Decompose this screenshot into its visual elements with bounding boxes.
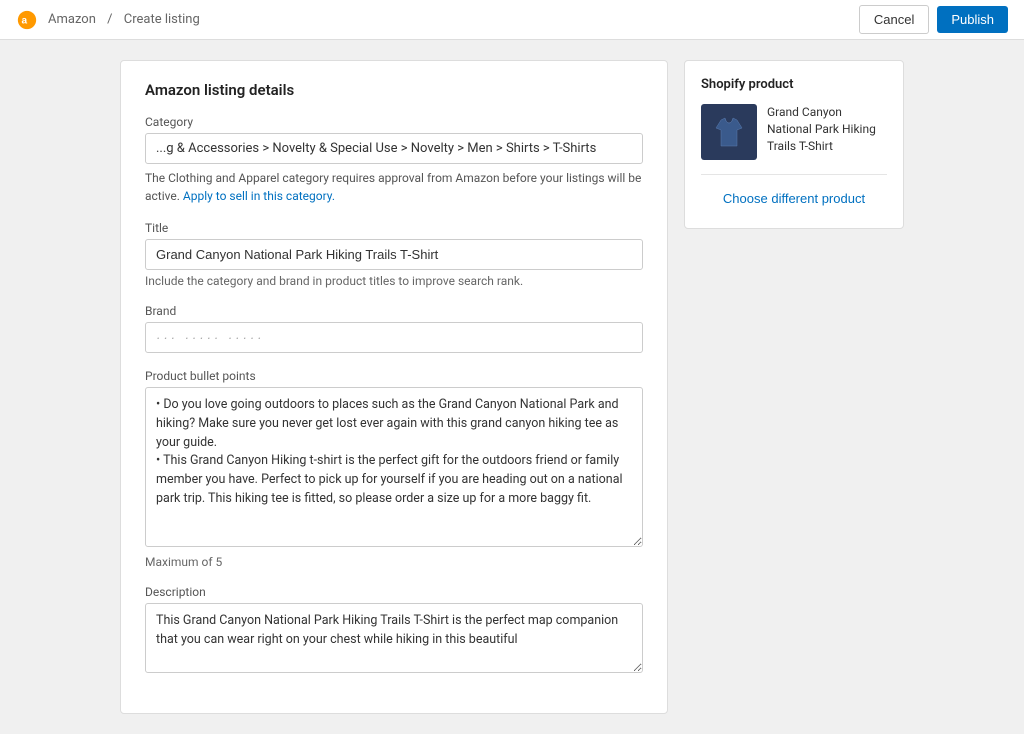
- main-content: Amazon listing details Category ...g & A…: [0, 40, 1024, 734]
- svg-text:a: a: [22, 15, 28, 26]
- header-left: a Amazon / Create listing: [16, 9, 204, 31]
- breadcrumb-amazon: Amazon: [48, 12, 96, 27]
- cancel-button[interactable]: Cancel: [859, 5, 929, 34]
- title-input[interactable]: [145, 239, 643, 270]
- bullet-max-note: Maximum of 5: [145, 555, 643, 569]
- publish-button[interactable]: Publish: [937, 6, 1008, 33]
- panel-divider: [701, 174, 887, 175]
- category-apply-link[interactable]: Apply to sell in this category.: [183, 189, 335, 203]
- category-value: ...g & Accessories > Novelty & Special U…: [145, 133, 643, 164]
- title-label: Title: [145, 221, 643, 235]
- product-panel: Shopify product Grand Canyon National Pa…: [684, 60, 904, 229]
- product-panel-title: Shopify product: [701, 77, 887, 92]
- bullet-points-label: Product bullet points: [145, 369, 643, 383]
- brand-input[interactable]: [145, 322, 643, 353]
- amazon-logo: a: [16, 9, 38, 31]
- title-group: Title Include the category and brand in …: [145, 221, 643, 288]
- product-info: Grand Canyon National Park Hiking Trails…: [701, 104, 887, 160]
- description-textarea[interactable]: This Grand Canyon National Park Hiking T…: [145, 603, 643, 673]
- bullet-points-textarea[interactable]: • Do you love going outdoors to places s…: [145, 387, 643, 547]
- category-group: Category ...g & Accessories > Novelty & …: [145, 115, 643, 205]
- brand-group: Brand: [145, 304, 643, 353]
- breadcrumb-page: Create listing: [124, 12, 200, 27]
- header: a Amazon / Create listing Cancel Publish: [0, 0, 1024, 40]
- bullet-points-group: Product bullet points • Do you love goin…: [145, 369, 643, 569]
- product-name: Grand Canyon National Park Hiking Trails…: [767, 104, 887, 154]
- choose-product-button[interactable]: Choose different product: [701, 185, 887, 212]
- listing-panel-title: Amazon listing details: [145, 81, 643, 99]
- breadcrumb: Amazon / Create listing: [44, 12, 204, 27]
- category-label: Category: [145, 115, 643, 129]
- product-thumbnail: [701, 104, 757, 160]
- description-group: Description This Grand Canyon National P…: [145, 585, 643, 677]
- shirt-icon: [707, 110, 751, 154]
- breadcrumb-separator: /: [107, 12, 112, 27]
- title-hint: Include the category and brand in produc…: [145, 274, 643, 288]
- description-label: Description: [145, 585, 643, 599]
- header-actions: Cancel Publish: [859, 5, 1008, 34]
- category-note: The Clothing and Apparel category requir…: [145, 169, 643, 205]
- listing-panel: Amazon listing details Category ...g & A…: [120, 60, 668, 714]
- brand-label: Brand: [145, 304, 643, 318]
